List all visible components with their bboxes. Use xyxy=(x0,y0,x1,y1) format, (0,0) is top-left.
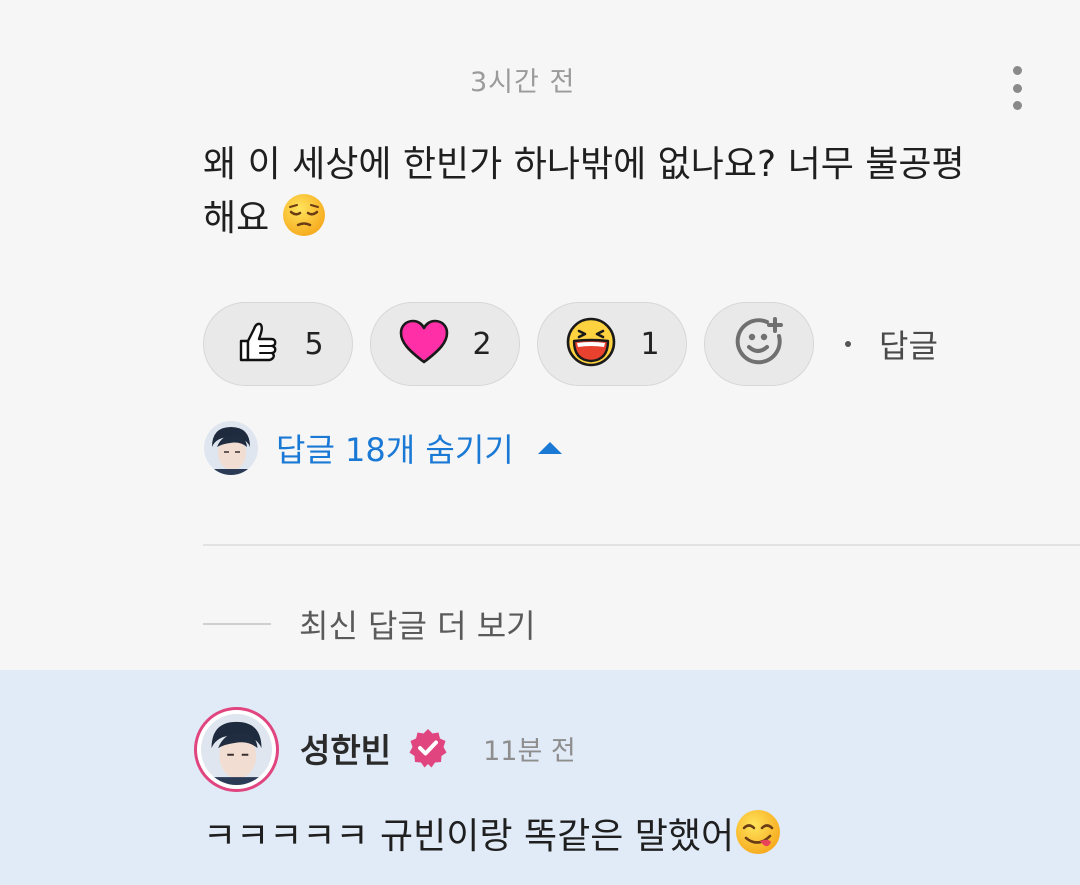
reaction-count: 5 xyxy=(304,326,324,362)
reply-button[interactable]: 답글 xyxy=(845,321,938,367)
reaction-laugh-button[interactable]: 1 xyxy=(537,302,687,386)
hide-replies-toggle[interactable]: 답글 18개 숨기기 xyxy=(204,421,562,475)
more-options-icon[interactable] xyxy=(1000,62,1034,114)
reaction-heart-button[interactable]: 2 xyxy=(370,302,520,386)
more-dot xyxy=(1012,66,1022,75)
reactions-bar: 5 2 1 답글 xyxy=(203,302,938,386)
comment-text-line2-wrap: 해요 xyxy=(203,192,1053,254)
heart-icon xyxy=(398,318,450,370)
more-dot xyxy=(1012,101,1022,110)
reply-body: ㅋㅋㅋㅋㅋ 규빈이랑 똑같은 말했어 xyxy=(203,808,782,872)
comment-timestamp: 3시간 전 xyxy=(470,67,576,98)
reaction-count: 2 xyxy=(472,326,492,362)
add-reaction-button[interactable] xyxy=(704,302,814,386)
more-dot xyxy=(1012,83,1022,93)
reply-label: 답글 xyxy=(879,327,938,365)
thumbs-up-icon xyxy=(232,317,282,371)
comment-text-line2: 해요 xyxy=(203,198,270,239)
pensive-face-icon xyxy=(281,192,327,254)
avatar-image xyxy=(201,714,272,785)
reaction-thumbs-up-button[interactable]: 5 xyxy=(203,302,353,386)
reaction-count: 1 xyxy=(640,326,660,362)
reply-timestamp: 11분 전 xyxy=(483,735,576,767)
reply-author-avatar[interactable] xyxy=(194,707,279,792)
reply-header: 성한빈 11분 전 xyxy=(300,722,576,774)
reply-text: ㅋㅋㅋㅋㅋ 규빈이랑 똑같은 말했어 xyxy=(203,816,735,857)
reply-author-name[interactable]: 성한빈 xyxy=(300,724,391,772)
comment-body: 왜 이 세상에 한빈가 하나밖에 없나요? 너무 불공평 해요 xyxy=(203,138,1053,254)
divider xyxy=(203,544,1080,546)
comment-text-line1: 왜 이 세상에 한빈가 하나밖에 없나요? 너무 불공평 xyxy=(203,144,965,185)
separator-dot xyxy=(845,341,851,347)
add-emoji-icon xyxy=(733,316,785,372)
yum-face-icon xyxy=(734,808,782,872)
hide-replies-label: 답글 18개 숨기기 xyxy=(276,431,514,469)
caret-up-icon xyxy=(537,442,562,454)
laughing-face-icon xyxy=(564,316,618,372)
avatar xyxy=(204,421,258,475)
load-more-replies-label: 최신 답글 더 보기 xyxy=(299,607,536,645)
indent-line xyxy=(203,623,271,625)
load-more-replies-button[interactable]: 최신 답글 더 보기 xyxy=(203,602,536,646)
verified-badge-icon xyxy=(407,727,449,769)
